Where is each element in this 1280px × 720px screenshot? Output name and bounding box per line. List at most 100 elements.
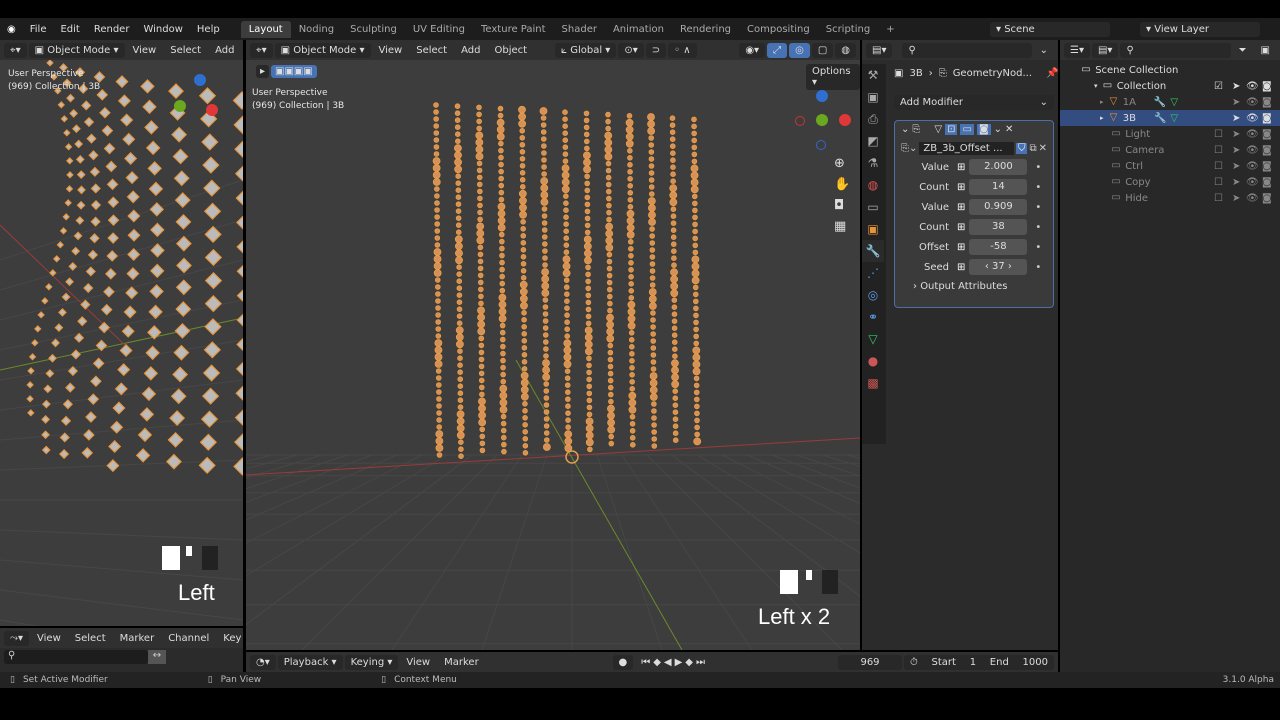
selectable-icon[interactable]: ➤ — [1232, 81, 1240, 92]
graph-menu-channel[interactable]: Channel — [162, 633, 215, 644]
timeline-menu-view[interactable]: View — [400, 657, 436, 668]
tab-uv-editing[interactable]: UV Editing — [405, 21, 473, 38]
tab-shader[interactable]: Shader — [554, 21, 605, 38]
outliner-row[interactable]: ▭ Copy ☐ ➤ 👁 ◙ — [1060, 174, 1280, 190]
modifier-icon[interactable]: 🔧 — [1154, 97, 1166, 108]
pivot-icon[interactable]: ⊙▾ — [618, 42, 644, 58]
menu-add[interactable]: Add — [209, 45, 240, 56]
xray-icon[interactable]: ▢ — [811, 42, 834, 58]
attribute-toggle-icon[interactable]: ⊞ — [957, 242, 965, 253]
tab-scripting[interactable]: Scripting — [818, 21, 878, 38]
menu-window[interactable]: Window — [136, 24, 189, 35]
exclude-checkbox[interactable]: ☑ — [1214, 81, 1223, 92]
menu-object[interactable]: Ob — [242, 45, 243, 56]
material-tab-icon[interactable]: ● — [862, 350, 884, 372]
visibility-eye-icon[interactable]: 👁 — [1246, 161, 1259, 172]
scene-tab-icon[interactable]: ⚗ — [862, 152, 884, 174]
attribute-toggle-icon[interactable]: ⊞ — [957, 162, 965, 173]
outliner-row[interactable]: ▭ Ctrl ☐ ➤ 👁 ◙ — [1060, 158, 1280, 174]
selectable-icon[interactable]: ➤ — [1232, 145, 1240, 156]
editor-type-button[interactable]: ⌖▾ — [250, 42, 273, 58]
dropdown-icon[interactable]: ⌄ — [994, 124, 1002, 135]
keyframe-dot-icon[interactable]: • — [1035, 202, 1041, 213]
menu-select[interactable]: Select — [410, 45, 453, 56]
view-layer-tab-icon[interactable]: ◩ — [862, 130, 884, 152]
render-camera-icon[interactable]: ◙ — [1262, 161, 1272, 172]
graph-menu-view[interactable]: View — [31, 633, 67, 644]
world-tab-icon[interactable]: ◍ — [862, 174, 884, 196]
visibility-eye-icon[interactable]: 👁 — [1246, 177, 1259, 188]
collection-tab-icon[interactable]: ▭ — [862, 196, 884, 218]
viewport-toggle-icon[interactable]: ▭ — [960, 124, 974, 135]
input-value-field[interactable]: 2.000 — [969, 159, 1028, 175]
visibility-eye-icon[interactable]: 👁 — [1246, 113, 1259, 124]
select-box-icon[interactable]: ▣▣▣▣ — [271, 65, 317, 78]
current-frame-field[interactable]: 969 — [838, 654, 902, 670]
gizmo-icon[interactable]: ⤢ — [767, 42, 788, 58]
graph-menu-key[interactable]: Key — [217, 633, 243, 644]
properties-editor-type[interactable]: ▤▾ — [866, 42, 893, 58]
options-button[interactable]: Options ▾ — [806, 64, 860, 90]
chevron-down-icon[interactable]: ⌄ — [1034, 45, 1054, 56]
tool-icon[interactable]: ▸ — [256, 65, 270, 78]
node-group-browse-icon[interactable]: ⎘⌄ — [901, 143, 917, 154]
keyframe-dot-icon[interactable]: • — [1035, 242, 1041, 253]
render-camera-icon[interactable]: ◙ — [1262, 145, 1272, 156]
outliner-row[interactable]: ▾ ▭ Collection ☑ ➤ 👁 ◙ — [1060, 78, 1280, 94]
visibility-icon[interactable]: ◉▾ — [739, 42, 766, 58]
exclude-checkbox[interactable]: ☐ — [1214, 129, 1223, 140]
frame-range-field[interactable]: ⏱ Start 1 End 1000 — [904, 654, 1054, 670]
menu-edit[interactable]: Edit — [53, 24, 86, 35]
blender-logo-icon[interactable]: ◉ — [0, 24, 23, 35]
selectable-icon[interactable]: ➤ — [1232, 177, 1240, 188]
end-value[interactable]: 1000 — [1023, 657, 1048, 668]
shading-solid-icon[interactable]: ◍ — [835, 42, 856, 58]
output-attributes-toggle[interactable]: › Output Attributes — [895, 277, 1053, 296]
tab-layout[interactable]: Layout — [240, 20, 291, 38]
playback-menu[interactable]: Playback ▾ — [277, 654, 343, 670]
selectable-icon[interactable]: ➤ — [1232, 113, 1240, 124]
render-camera-icon[interactable]: ◙ — [1262, 113, 1272, 124]
input-value-field[interactable]: ‹ 37 › — [969, 259, 1028, 275]
render-camera-icon[interactable]: ◙ — [1262, 97, 1272, 108]
outliner-row[interactable]: ▸ ▽ 1A 🔧 ▽ ➤ 👁 ◙ — [1060, 94, 1280, 110]
expand-icon[interactable]: ▸ — [1100, 114, 1104, 122]
zoom-icon[interactable]: ⊕ — [834, 156, 850, 171]
expand-icon[interactable]: ▾ — [1094, 82, 1098, 90]
constraints-tab-icon[interactable]: ⚭ — [862, 306, 884, 328]
fake-user-icon[interactable]: ⛉ — [1015, 143, 1028, 154]
navigation-gizmo[interactable] — [794, 90, 854, 150]
menu-add[interactable]: Add — [455, 45, 486, 56]
display-mode[interactable]: ▤▾ — [1091, 42, 1119, 58]
outliner-row[interactable]: ▸ ▽ 3B 🔧 ▽ ➤ 👁 ◙ — [1060, 110, 1280, 126]
view-layer-selector[interactable]: ▾ View Layer — [1140, 21, 1260, 37]
graph-editor-type-button[interactable]: ⤳▾ — [4, 630, 30, 646]
start-value[interactable]: 1 — [970, 657, 976, 668]
visibility-eye-icon[interactable]: 👁 — [1246, 81, 1259, 92]
menu-view[interactable]: View — [373, 45, 409, 56]
visibility-eye-icon[interactable]: 👁 — [1246, 145, 1259, 156]
data-tab-icon[interactable]: ▽ — [862, 328, 884, 350]
properties-search-input[interactable]: ⚲ — [902, 42, 1032, 58]
cage-toggle-icon[interactable]: ⊡ — [945, 124, 958, 135]
exclude-checkbox[interactable]: ☐ — [1214, 161, 1223, 172]
unlink-icon[interactable]: ✕ — [1039, 143, 1047, 154]
tab-texture-paint[interactable]: Texture Paint — [473, 21, 554, 38]
render-toggle-icon[interactable]: ◙ — [976, 124, 991, 135]
input-value-field[interactable]: 14 — [969, 179, 1028, 195]
new-collection-icon[interactable]: ▣ — [1255, 45, 1276, 56]
edit-mode-toggle-icon[interactable]: ▽ — [934, 124, 942, 135]
pin-icon[interactable]: 📌 — [1046, 68, 1058, 79]
selectable-icon[interactable]: ➤ — [1232, 193, 1240, 204]
attribute-toggle-icon[interactable]: ⊞ — [957, 262, 965, 273]
keyframe-dot-icon[interactable]: • — [1035, 162, 1041, 173]
visibility-eye-icon[interactable]: 👁 — [1246, 129, 1259, 140]
visibility-eye-icon[interactable]: 👁 — [1246, 97, 1259, 108]
input-value-field[interactable]: 38 — [969, 219, 1028, 235]
tool-tab-icon[interactable]: ⚒ — [862, 64, 884, 86]
render-camera-icon[interactable]: ◙ — [1262, 193, 1272, 204]
menu-object[interactable]: Object — [488, 45, 533, 56]
filter-icon[interactable]: ⏷ — [1233, 45, 1253, 56]
keyframe-dot-icon[interactable]: • — [1035, 222, 1041, 233]
attribute-toggle-icon[interactable]: ⊞ — [957, 182, 965, 193]
